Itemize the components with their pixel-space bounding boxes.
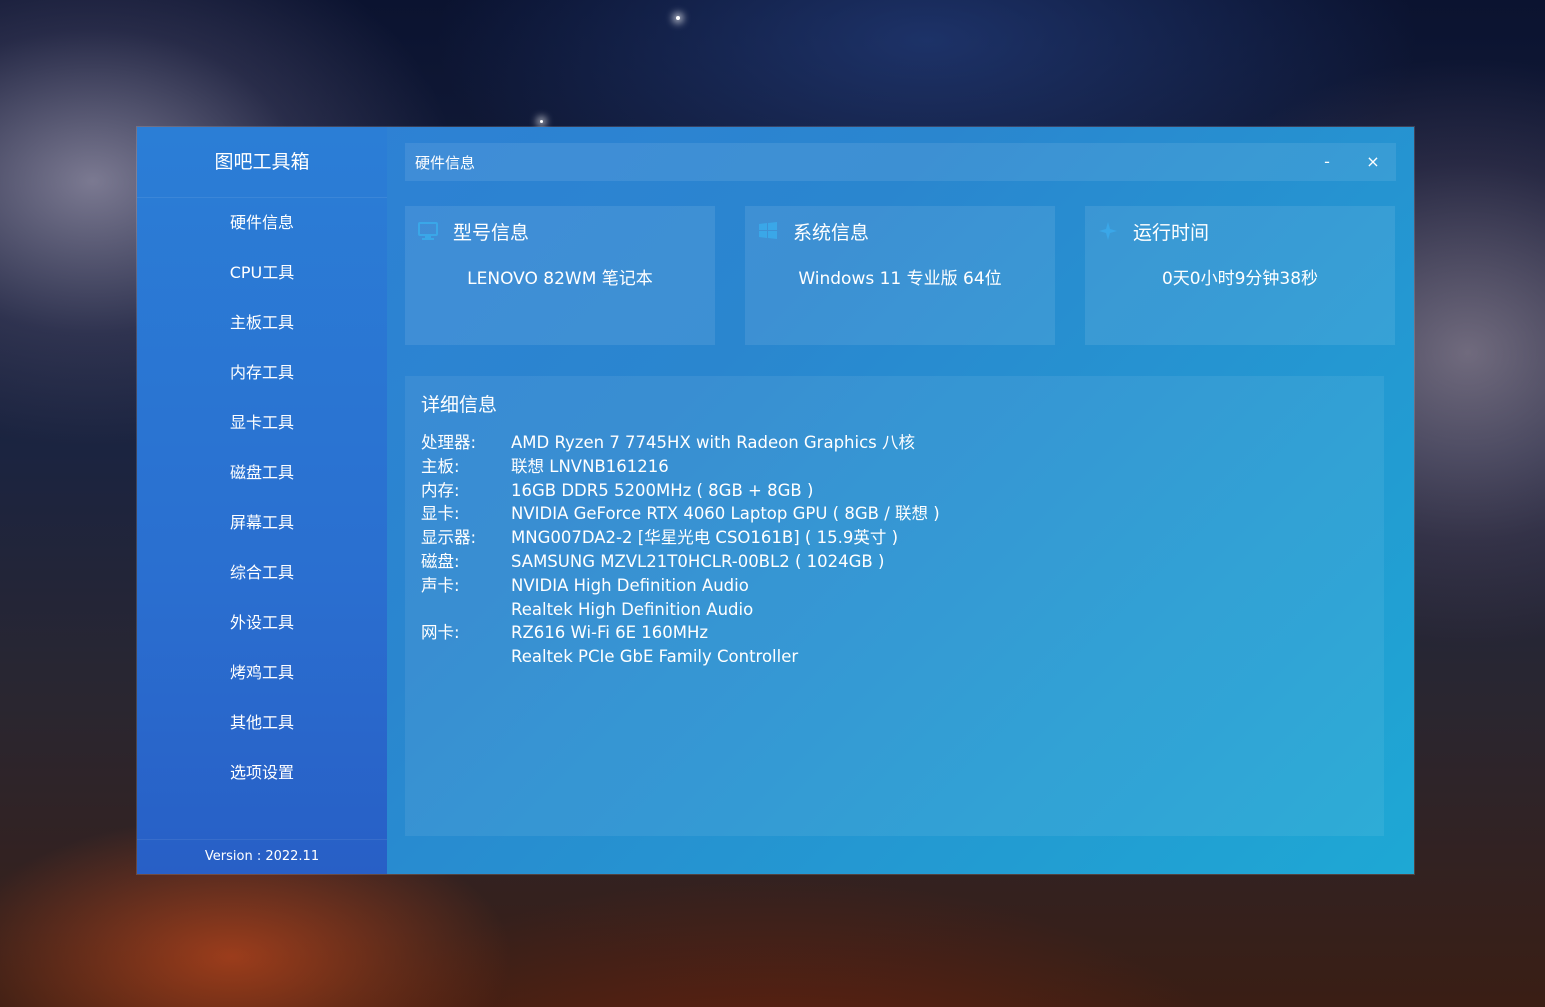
detail-row-display: 显示器: MNG007DA2-2 [华星光电 CSO161B] ( 15.9英寸… xyxy=(421,526,1384,550)
uptime-title: 运行时间 xyxy=(1133,221,1210,244)
details-panel: 详细信息 处理器: AMD Ryzen 7 7745HX with Radeon… xyxy=(405,376,1384,836)
detail-label: 显示器: xyxy=(421,528,477,548)
sidebar-item-settings[interactable]: 选项设置 xyxy=(137,748,387,798)
system-info-card: 系统信息 Windows 11 专业版 64位 xyxy=(745,206,1055,345)
detail-label: 主板: xyxy=(421,456,460,476)
title-bar[interactable]: 硬件信息 - × xyxy=(405,143,1396,181)
detail-value: MNG007DA2-2 [华星光电 CSO161B] ( 15.9英寸 ) xyxy=(511,528,899,548)
detail-value: AMD Ryzen 7 7745HX with Radeon Graphics … xyxy=(511,433,916,452)
sidebar-item-gpu-tools[interactable]: 显卡工具 xyxy=(137,398,387,448)
model-info-title: 型号信息 xyxy=(453,221,530,244)
star-decoration xyxy=(676,16,680,20)
detail-value: Realtek PCIe GbE Family Controller xyxy=(511,647,799,667)
sidebar-item-motherboard-tools[interactable]: 主板工具 xyxy=(137,298,387,348)
system-info-title: 系统信息 xyxy=(793,221,870,244)
sidebar-item-screen-tools[interactable]: 屏幕工具 xyxy=(137,498,387,548)
detail-value: NVIDIA High Definition Audio xyxy=(511,575,749,595)
uptime-value: 0天0小时9分钟38秒 xyxy=(1161,269,1319,289)
detail-value: 16GB DDR5 5200MHz ( 8GB + 8GB ) xyxy=(511,480,814,500)
sidebar-item-disk-tools[interactable]: 磁盘工具 xyxy=(137,448,387,498)
sidebar-nav: 硬件信息 CPU工具 主板工具 内存工具 显卡工具 磁盘工具 屏幕工具 综合工具… xyxy=(137,198,387,798)
close-button[interactable]: × xyxy=(1350,143,1396,181)
detail-value: 联想 LNVNB161216 xyxy=(511,456,669,476)
app-title: 图吧工具箱 xyxy=(137,127,387,198)
detail-row-audio: 声卡: NVIDIA High Definition Audio Realtek… xyxy=(421,574,1384,622)
detail-row-network: 网卡: RZ616 Wi-Fi 6E 160MHz Realtek PCIe G… xyxy=(421,621,1384,669)
detail-value: NVIDIA GeForce RTX 4060 Laptop GPU ( 8GB… xyxy=(511,504,940,524)
uptime-card: 运行时间 0天0小时9分钟38秒 xyxy=(1085,206,1395,345)
sidebar-item-peripheral-tools[interactable]: 外设工具 xyxy=(137,598,387,648)
detail-label: 网卡: xyxy=(421,623,460,643)
sparkle-icon xyxy=(1097,220,1119,242)
summary-cards: 型号信息 LENOVO 82WM 笔记本 系统信息 Windows 11 专业版… xyxy=(405,206,1395,345)
version-label: Version : 2022.11 xyxy=(137,839,387,874)
sidebar-item-other-tools[interactable]: 其他工具 xyxy=(137,698,387,748)
sidebar-item-stress-tools[interactable]: 烤鸡工具 xyxy=(137,648,387,698)
detail-label: 显卡: xyxy=(421,504,460,524)
model-info-card: 型号信息 LENOVO 82WM 笔记本 xyxy=(405,206,715,345)
details-title: 详细信息 xyxy=(421,394,498,416)
minimize-button[interactable]: - xyxy=(1304,143,1350,181)
system-info-value: Windows 11 专业版 64位 xyxy=(798,269,1002,289)
detail-label: 声卡: xyxy=(421,575,460,595)
detail-value: SAMSUNG MZVL21T0HCLR-00BL2 ( 1024GB ) xyxy=(511,551,885,571)
detail-row-gpu: 显卡: NVIDIA GeForce RTX 4060 Laptop GPU (… xyxy=(421,502,1384,526)
detail-value: RZ616 Wi-Fi 6E 160MHz xyxy=(511,623,709,643)
app-window: 图吧工具箱 硬件信息 CPU工具 主板工具 内存工具 显卡工具 磁盘工具 屏幕工… xyxy=(137,127,1414,874)
sidebar-item-memory-tools[interactable]: 内存工具 xyxy=(137,348,387,398)
main-panel: 硬件信息 - × 型号信息 LENOVO 82WM 笔记本 系统信息 Windo… xyxy=(387,127,1414,874)
sidebar-item-cpu-tools[interactable]: CPU工具 xyxy=(137,248,387,298)
star-decoration xyxy=(540,120,543,123)
detail-value: Realtek High Definition Audio xyxy=(511,599,754,619)
model-info-value: LENOVO 82WM 笔记本 xyxy=(467,269,653,289)
detail-row-memory: 内存: 16GB DDR5 5200MHz ( 8GB + 8GB ) xyxy=(421,479,1384,503)
detail-label: 磁盘: xyxy=(421,551,460,571)
sidebar: 图吧工具箱 硬件信息 CPU工具 主板工具 内存工具 显卡工具 磁盘工具 屏幕工… xyxy=(137,127,387,874)
detail-row-cpu: 处理器: AMD Ryzen 7 7745HX with Radeon Grap… xyxy=(421,431,1384,455)
windows-icon xyxy=(757,220,779,242)
monitor-icon xyxy=(417,220,439,242)
detail-label: 处理器: xyxy=(421,433,477,452)
detail-row-motherboard: 主板: 联想 LNVNB161216 xyxy=(421,455,1384,479)
detail-label: 内存: xyxy=(421,480,460,500)
detail-row-disk: 磁盘: SAMSUNG MZVL21T0HCLR-00BL2 ( 1024GB … xyxy=(421,550,1384,574)
sidebar-item-hardware-info[interactable]: 硬件信息 xyxy=(137,198,387,248)
page-title: 硬件信息 xyxy=(415,153,476,172)
sidebar-item-general-tools[interactable]: 综合工具 xyxy=(137,548,387,598)
